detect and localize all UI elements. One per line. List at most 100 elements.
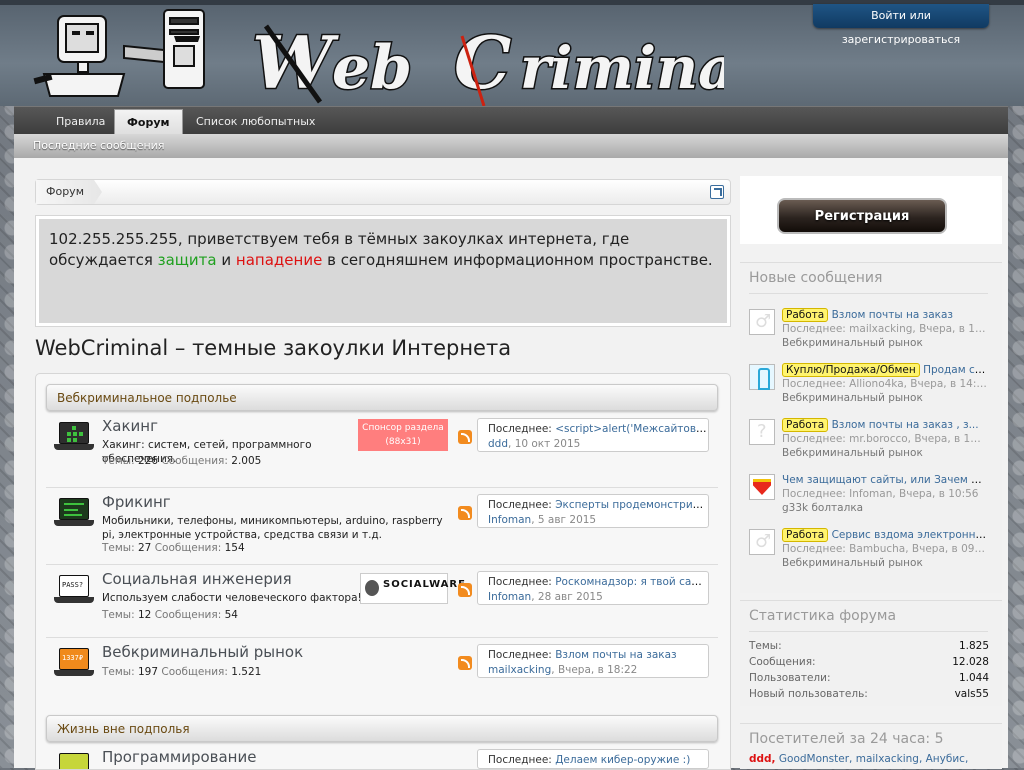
- new-post-title[interactable]: Продам ск...: [923, 364, 987, 376]
- last-post-user[interactable]: Infoman: [488, 514, 531, 526]
- tab-rules[interactable]: Правила: [44, 109, 117, 135]
- new-post-item[interactable]: Работа Сервис вздома электронно...Послед…: [749, 527, 989, 577]
- posts-label: Сообщения:: [154, 609, 222, 621]
- new-post-title[interactable]: Сервис вздома электронно...: [832, 529, 987, 541]
- svg-text:W: W: [252, 20, 339, 105]
- main-nav: Правила Форум Список любопытных: [14, 106, 1008, 137]
- sidebar: Регистрация Новые сообщения Работа Взлом…: [740, 176, 1002, 769]
- rss-icon[interactable]: [458, 506, 472, 520]
- last-post-title[interactable]: Взлом почты на заказ: [555, 649, 676, 661]
- posts-label: Сообщения:: [161, 455, 228, 467]
- forum-title[interactable]: Фрикинг: [102, 493, 171, 511]
- main-content: Форум 102.255.255.255, приветствуем тебя…: [14, 158, 1008, 770]
- welcome-text-part: в сегодняшнем информационном пространств…: [322, 251, 713, 269]
- threads-count: 27: [137, 542, 152, 554]
- forum-stats: Темы: 226 Сообщения: 2.005: [102, 455, 261, 467]
- rss-icon[interactable]: [458, 656, 472, 670]
- laptop-screen-text: PASS?: [62, 581, 84, 589]
- posts-count: 54: [224, 609, 238, 621]
- forum-title[interactable]: Хакинг: [102, 417, 158, 435]
- last-post-date: Вчера, в 18:22: [557, 664, 638, 676]
- visitors-list: ddd, GoodMonster, mailxacking, Анубис,: [749, 753, 994, 765]
- last-post-date: 10 окт 2015: [514, 438, 581, 450]
- login-register-button[interactable]: Войти или зарегистрироваться: [813, 4, 989, 46]
- visitors-section: Посетителей за 24 часа: 5 ddd, GoodMonst…: [740, 723, 1002, 769]
- new-post-title[interactable]: Взлом почты на заказ , з...: [832, 419, 979, 431]
- avatar[interactable]: [749, 364, 775, 390]
- new-post-item[interactable]: Работа Взлом почты на заказ , з...Послед…: [749, 417, 989, 467]
- threads-count: 226: [137, 455, 159, 467]
- new-post-title[interactable]: Взлом почты на заказ: [832, 309, 953, 321]
- last-post-title[interactable]: <script>alert('Межсайтовый...: [555, 423, 708, 435]
- svg-text:eb: eb: [332, 33, 412, 103]
- last-post-label: Последнее:: [488, 754, 552, 766]
- threads-count: 197: [137, 666, 159, 678]
- breadcrumb-home[interactable]: Форум: [36, 180, 102, 204]
- forum-laptop-icon: [54, 498, 94, 526]
- visitor-users[interactable]: GoodMonster, mailxacking, Анубис,: [776, 753, 968, 765]
- new-post-line: Работа Сервис вздома электронно...: [782, 527, 987, 544]
- last-post-title[interactable]: Эксперты продемонстриров...: [555, 499, 708, 511]
- new-post-line: Куплю/Продажа/Обмен Продам ск...: [782, 362, 987, 379]
- prefix-tag[interactable]: Работа: [782, 418, 829, 432]
- threads-label: Темы:: [102, 455, 135, 467]
- prefix-tag[interactable]: Куплю/Продажа/Обмен: [782, 363, 920, 377]
- prefix-tag[interactable]: Работа: [782, 308, 829, 322]
- new-post-meta: Последнее: Bambucha, Вчера, в 09:56: [782, 543, 987, 555]
- recent-posts-link[interactable]: Последние сообщения: [33, 139, 164, 152]
- new-post-meta: Последнее: Alliono4ka, Вчера, в 14:22: [782, 378, 987, 390]
- rss-icon[interactable]: [458, 583, 472, 597]
- page-title: WebCriminal – темные закоулки Интернета: [35, 336, 512, 360]
- sponsor-banner[interactable]: Спонсор раздела (88x31): [358, 419, 448, 451]
- last-post-user[interactable]: ddd: [488, 438, 508, 450]
- prefix-tag[interactable]: Работа: [782, 528, 829, 542]
- forum-stats-section: Статистика форума Темы: 1.825 Сообщения: 12…: [740, 600, 1002, 706]
- forum-stats: Темы: 12 Сообщения: 54: [102, 609, 238, 621]
- last-post-date: 5 авг 2015: [537, 514, 597, 526]
- avatar[interactable]: [749, 309, 775, 335]
- new-post-forum: Вебкриминальный рынок: [782, 337, 923, 349]
- tab-members[interactable]: Список любопытных: [184, 109, 327, 135]
- new-posts-heading: Новые сообщения: [749, 270, 883, 286]
- site-logo[interactable]: W eb C riminal: [14, 6, 724, 106]
- register-button[interactable]: Регистрация: [777, 198, 947, 234]
- category-header[interactable]: Жизнь вне подполья: [46, 715, 718, 742]
- banner-text: SOCIALWARE: [383, 579, 466, 590]
- avatar[interactable]: [749, 474, 775, 500]
- stat-label: Сообщения:: [749, 656, 816, 668]
- last-post-user[interactable]: mailxacking: [488, 664, 551, 676]
- tab-forum[interactable]: Форум: [114, 109, 183, 137]
- last-post-user[interactable]: Infoman: [488, 591, 531, 603]
- forum-title[interactable]: Программирование: [102, 748, 256, 766]
- last-post-label: Последнее:: [488, 499, 552, 511]
- last-post-title[interactable]: Делаем кибер-оружие :): [555, 754, 690, 766]
- new-post-forum: Вебкриминальный рынок: [782, 447, 923, 459]
- forum-stats: Темы: 197 Сообщения: 1.521: [102, 666, 261, 678]
- expand-icon[interactable]: [710, 185, 724, 199]
- socialware-banner[interactable]: SOCIALWARE: [360, 573, 465, 604]
- forum-title[interactable]: Социальная инженерия: [102, 570, 292, 588]
- stat-value[interactable]: vals55: [955, 688, 989, 700]
- new-post-item[interactable]: Чем защищают сайты, или Зачем нуж... Посл…: [749, 472, 989, 522]
- new-post-item[interactable]: Работа Взлом почты на заказ Последнее: ma…: [749, 307, 989, 357]
- stat-row: Темы: 1.825: [749, 640, 989, 652]
- last-post-label: Последнее:: [488, 423, 552, 435]
- avatar[interactable]: [749, 529, 775, 555]
- last-post-box: Последнее: Взлом почты на заказ mailxack…: [477, 644, 709, 678]
- category-header[interactable]: Вебкриминальное подполье: [46, 384, 718, 411]
- welcome-box: 102.255.255.255, приветствуем тебя в тём…: [35, 215, 731, 327]
- new-post-item[interactable]: Куплю/Продажа/Обмен Продам ск... Последне…: [749, 362, 989, 412]
- forum-row-market: 1337₽ Вебкриминальный рынок Темы: 197 Со…: [46, 638, 718, 704]
- stat-value: 1.044: [958, 672, 989, 684]
- visitor-user[interactable]: ddd,: [749, 753, 776, 765]
- rss-icon[interactable]: [458, 430, 472, 444]
- last-post-label: Последнее:: [488, 576, 552, 588]
- forum-row-hacking: Хакинг Хакинг: систем, сетей, программно…: [46, 412, 718, 488]
- new-post-meta: Последнее: mailxacking, Вчера, в 18:...: [782, 323, 987, 335]
- forum-laptop-icon: [54, 753, 94, 769]
- last-post-title[interactable]: Роскомнадзор: я твой сайт б...: [555, 576, 708, 588]
- new-post-meta: Последнее: Infoman, Вчера, в 10:56: [782, 488, 979, 500]
- avatar[interactable]: [749, 419, 775, 445]
- forum-title[interactable]: Вебкриминальный рынок: [102, 643, 303, 661]
- new-post-title[interactable]: Чем защищают сайты, или Зачем нуж...: [782, 474, 987, 486]
